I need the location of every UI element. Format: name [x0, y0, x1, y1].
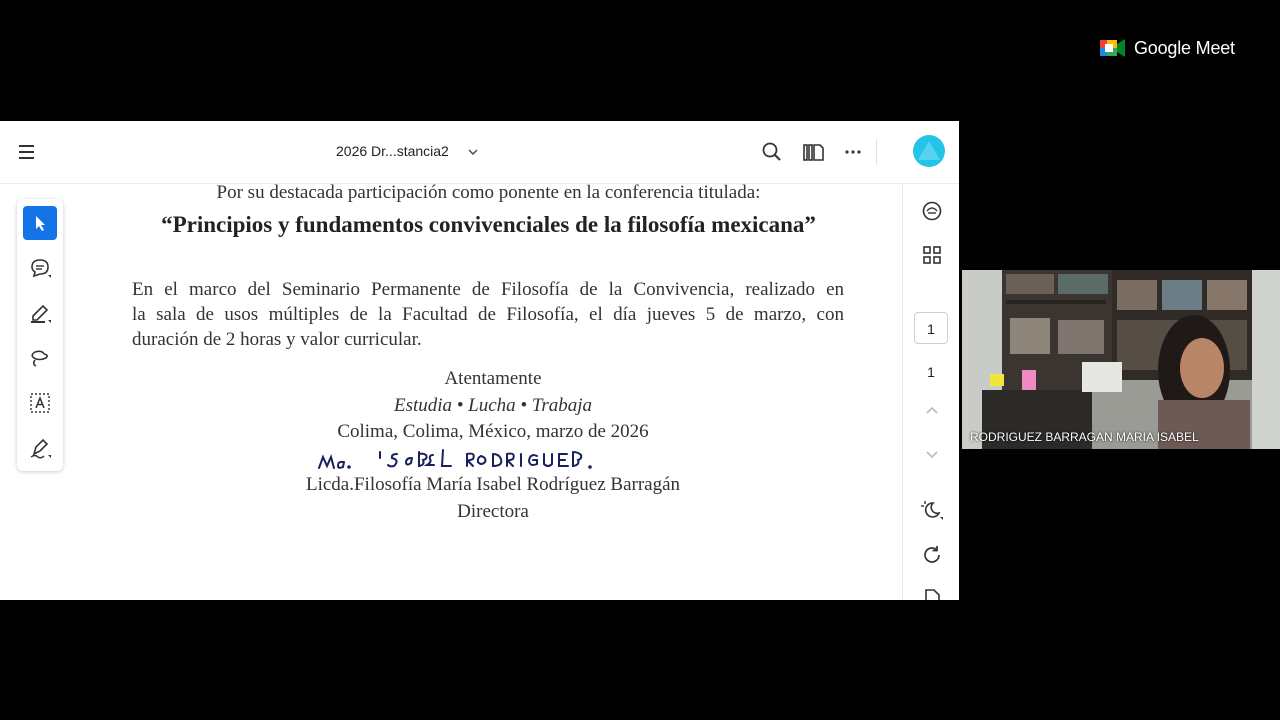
participant-name: RODRIGUEZ BARRAGAN MARIA ISABEL: [970, 430, 1199, 444]
meet-brand-text: Google Meet: [1134, 37, 1235, 58]
dark-mode-icon[interactable]: [919, 496, 945, 522]
draw-icon: [31, 350, 48, 367]
intro-text: Por su destacada participación como pone…: [216, 182, 761, 203]
body-line: la sala de usos múltiples de la Facultad…: [132, 304, 844, 325]
comment-tool[interactable]: [23, 251, 57, 285]
page-total: 1: [927, 364, 935, 380]
shared-screen: 2026 Dr...stancia2 Por su destacada part…: [0, 121, 959, 600]
viewer-toolbar: 2026 Dr...stancia2: [0, 121, 959, 184]
highlight-icon: [31, 304, 51, 323]
page-number-input[interactable]: 1: [914, 312, 948, 344]
toolbar-divider: [876, 139, 877, 165]
select-tool[interactable]: [23, 206, 57, 240]
grid-icon[interactable]: [919, 242, 945, 268]
scroll-down-icon[interactable]: [919, 441, 945, 467]
refresh-icon[interactable]: [919, 542, 945, 568]
meet-camera-icon: [1100, 38, 1126, 58]
highlight-tool[interactable]: [23, 296, 57, 330]
document-title[interactable]: 2026 Dr...stancia2: [336, 143, 449, 159]
body-line: En el marco del Seminario Permanente de …: [132, 279, 844, 300]
signer-name: Licda.Filosofía María Isabel Rodríguez B…: [305, 474, 681, 495]
text-recognition-icon: [30, 393, 50, 413]
document-page: Por su destacada participación como pone…: [75, 182, 902, 600]
participant-video[interactable]: RODRIGUEZ BARRAGAN MARIA ISABEL: [962, 270, 1280, 449]
closing-text: Atentamente: [444, 368, 542, 389]
chevron-down-icon[interactable]: [466, 145, 480, 159]
menu-icon[interactable]: [16, 141, 40, 163]
signature-drawing: [318, 449, 592, 469]
select-icon: [36, 216, 45, 231]
scroll-up-icon[interactable]: [919, 397, 945, 423]
signer-title: Directora: [457, 501, 529, 522]
sign-tool[interactable]: [23, 431, 57, 465]
tool-palette: [17, 199, 63, 471]
body-line: duración de 2 horas y valor curricular.: [132, 329, 422, 350]
place-date: Colima, Colima, México, marzo de 2026: [337, 421, 649, 442]
google-meet-logo: Google Meet: [1100, 34, 1260, 62]
sign-icon: [30, 438, 51, 459]
text-recognition-tool[interactable]: [23, 386, 57, 420]
motto-text: Estudia • Lucha • Trabaja: [393, 395, 593, 416]
right-rail: 1 1: [902, 184, 959, 600]
handwritten-signature: [315, 444, 675, 474]
file-icon[interactable]: [919, 586, 945, 600]
conference-title: “Principios y fundamentos convivenciales…: [161, 212, 816, 237]
search-icon[interactable]: [759, 139, 785, 165]
avatar[interactable]: [913, 135, 945, 167]
more-icon[interactable]: [841, 139, 867, 165]
pages-icon[interactable]: [800, 139, 826, 165]
comment-icon: [31, 259, 51, 278]
comments-icon[interactable]: [919, 198, 945, 224]
draw-tool[interactable]: [23, 341, 57, 375]
camera-feed: [962, 270, 1280, 449]
